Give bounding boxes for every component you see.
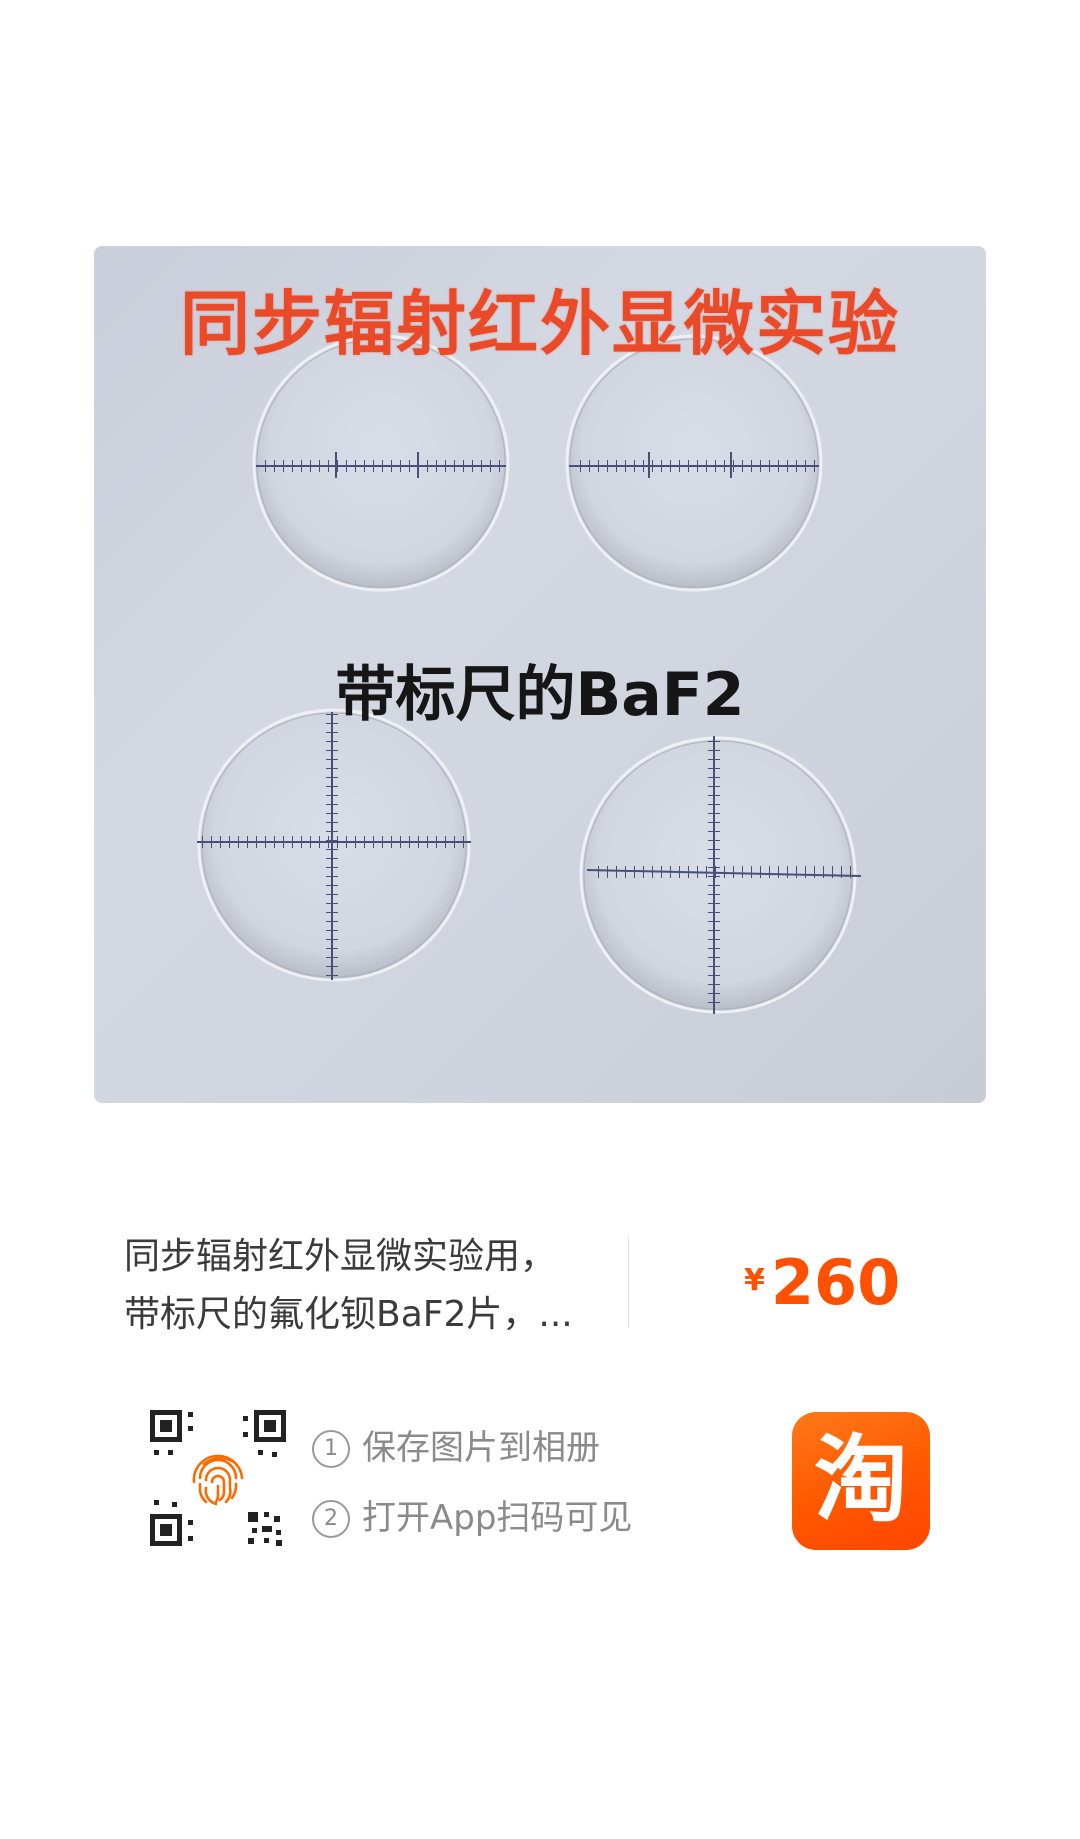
product-image: 同步辐射红外显微实验 带标尺的BaF2 (94, 246, 986, 1103)
product-title-line2: 带标尺的氟化钡BaF2片，... (124, 1294, 573, 1335)
image-subtitle: 带标尺的BaF2 (335, 660, 745, 730)
qr-code-icon (150, 1410, 286, 1546)
divider (628, 1236, 629, 1328)
product-title[interactable]: 同步辐射红外显微实验用， 带标尺的氟化钡BaF2片，... (124, 1228, 624, 1344)
step-1-text: 保存图片到相册 (362, 1428, 600, 1468)
price-amount: 260 (770, 1246, 901, 1319)
instruction-step-2: 2 打开App扫码可见 (312, 1488, 632, 1558)
product-price: ¥260 (744, 1246, 900, 1319)
taobao-logo-icon[interactable]: 淘 (792, 1412, 930, 1550)
disc-bottom-right (579, 736, 862, 1014)
image-title: 同步辐射红外显微实验 (180, 283, 900, 365)
fingerprint-icon (192, 1454, 244, 1506)
step-1-number: 1 (312, 1430, 350, 1468)
qr-code (148, 1408, 288, 1548)
instruction-step-1: 1 保存图片到相册 (312, 1418, 632, 1488)
currency-symbol: ¥ (744, 1263, 765, 1298)
disc-top-right (565, 334, 823, 592)
step-2-number: 2 (312, 1500, 350, 1538)
disc-bottom-left (197, 708, 471, 982)
scan-instructions: 1 保存图片到相册 2 打开App扫码可见 (312, 1418, 632, 1558)
product-info-row[interactable]: 同步辐射红外显微实验用， 带标尺的氟化钡BaF2片，... ¥260 (124, 1228, 964, 1336)
step-2-text: 打开App扫码可见 (362, 1498, 633, 1538)
product-title-line1: 同步辐射红外显微实验用， (124, 1236, 557, 1277)
disc-top-left (252, 334, 510, 592)
